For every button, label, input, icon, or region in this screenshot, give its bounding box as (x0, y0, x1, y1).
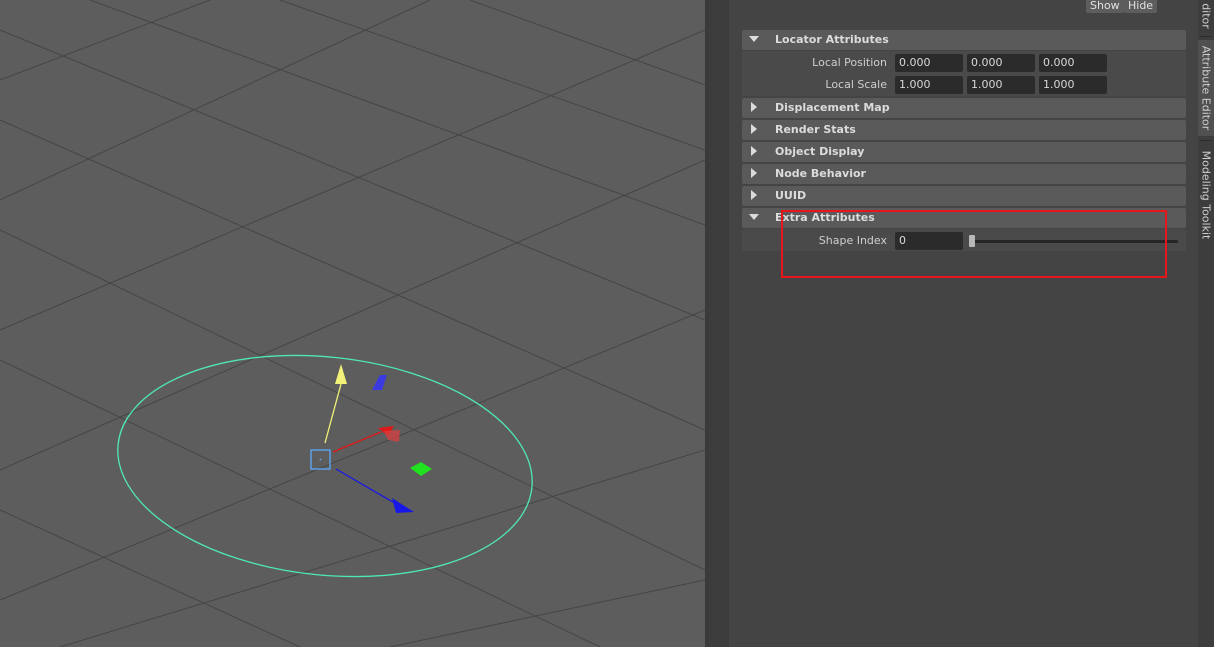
local-position-x-field[interactable]: 0.000 (895, 54, 963, 72)
section-title: UUID (775, 189, 807, 202)
local-position-label: Local Position (812, 56, 887, 69)
tab-modeling-toolkit[interactable]: Modeling Toolkit (1198, 144, 1214, 246)
section-uuid[interactable]: UUID (742, 186, 1186, 206)
section-title: Locator Attributes (775, 33, 889, 46)
section-title: Object Display (775, 145, 865, 158)
tab-label: Modeling Toolkit (1199, 150, 1213, 240)
x-axis-arrow-shade (384, 430, 400, 442)
section-render-stats[interactable]: Render Stats (742, 120, 1186, 140)
section-title: Render Stats (775, 123, 856, 136)
collapsed-triangle-icon (751, 146, 757, 156)
local-scale-label: Local Scale (825, 78, 887, 91)
local-scale-x-field[interactable]: 1.000 (895, 76, 963, 94)
collapsed-triangle-icon (751, 102, 757, 112)
tab-separator (1200, 36, 1212, 37)
tab-attribute-editor[interactable]: Attribute Editor (1198, 40, 1214, 136)
3d-viewport[interactable] (0, 0, 705, 647)
hide-button[interactable]: Hide (1124, 0, 1158, 13)
tab-label: ditor (1199, 3, 1213, 29)
local-position-y-field[interactable]: 0.000 (967, 54, 1035, 72)
section-locator-attributes[interactable]: Locator Attributes (742, 30, 1186, 50)
pivot-dot (319, 458, 322, 461)
collapsed-triangle-icon (751, 190, 757, 200)
expanded-triangle-icon (749, 36, 759, 42)
z-axis-arrow[interactable] (392, 498, 414, 513)
tab-separator (1200, 140, 1212, 141)
collapsed-triangle-icon (751, 168, 757, 178)
section-title: Displacement Map (775, 101, 890, 114)
viewport-canvas (0, 0, 705, 647)
section-displacement-map[interactable]: Displacement Map (742, 98, 1186, 118)
y-axis-arrow[interactable] (335, 364, 347, 384)
tab-label: Attribute Editor (1199, 45, 1213, 131)
show-button[interactable]: Show (1086, 0, 1124, 13)
section-title: Node Behavior (775, 167, 866, 180)
local-position-z-field[interactable]: 0.000 (1039, 54, 1107, 72)
local-scale-y-field[interactable]: 1.000 (967, 76, 1035, 94)
tab-partial-editor[interactable]: ditor (1198, 0, 1214, 32)
collapsed-triangle-icon (751, 124, 757, 134)
yz-plane-handle[interactable] (372, 375, 387, 390)
section-object-display[interactable]: Object Display (742, 142, 1186, 162)
expanded-triangle-icon (749, 214, 759, 220)
panel-left-strip (709, 0, 729, 647)
xz-plane-handle[interactable] (410, 462, 432, 476)
ground-grid (0, 0, 705, 647)
section-node-behavior[interactable]: Node Behavior (742, 164, 1186, 184)
side-tab-strip: ditor Attribute Editor Modeling Toolkit (1198, 0, 1214, 647)
attribute-editor-panel: Show Hide Locator Attributes Local Posit… (729, 0, 1198, 647)
highlight-box (781, 210, 1167, 278)
local-scale-z-field[interactable]: 1.000 (1039, 76, 1107, 94)
